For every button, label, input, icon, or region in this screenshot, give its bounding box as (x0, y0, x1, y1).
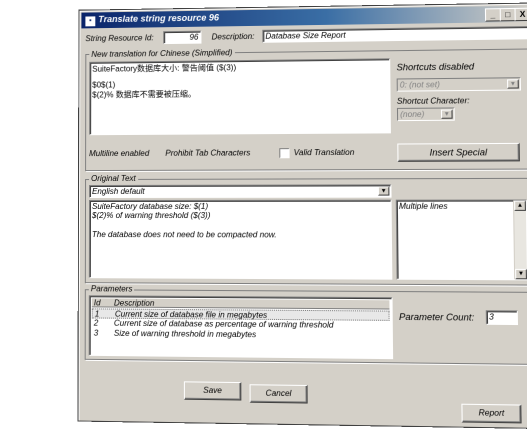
original-text-label: Original Text (89, 174, 138, 183)
original-line: The database does not need to be compact… (92, 230, 389, 240)
original-line: $(2)% of warning threshold ($(3)) (92, 211, 389, 220)
multiline-note-box[interactable]: Multiple lines ▲ ▼ (396, 200, 527, 281)
scrollbar[interactable]: ▲ ▼ (513, 201, 527, 280)
app-icon: ▪ (84, 15, 96, 27)
chevron-down-icon: ▼ (441, 110, 453, 119)
parameter-count-field[interactable]: 3 (486, 310, 518, 325)
translation-textarea[interactable]: SuiteFactory数据库大小: 警告阈值 ($(3)) $0$(1) $(… (89, 58, 391, 135)
row-description: Current size of database as percentage o… (114, 319, 334, 330)
shortcuts-status: Shortcuts disabled (396, 61, 474, 72)
translate-dialog: ▪ Translate string resource 96 _ □ X Str… (77, 2, 527, 429)
insert-special-button[interactable]: Insert Special (397, 143, 520, 162)
language-select[interactable]: English default ▼ (89, 184, 392, 198)
shortcut-select-value: 0: (not set) (400, 80, 440, 90)
shortcut-select[interactable]: 0: (not set) ▼ (397, 77, 521, 91)
description-field[interactable]: Database Size Report (262, 26, 527, 43)
original-line: SuiteFactory database size: $(1) (92, 202, 389, 211)
original-textarea[interactable]: SuiteFactory database size: $(1) $(2)% o… (89, 200, 393, 280)
original-line (92, 220, 389, 230)
window-title: Translate string resource 96 (98, 12, 219, 24)
close-button[interactable]: X (514, 8, 527, 21)
prohibit-tabs-status: Prohibit Tab Characters (165, 148, 250, 157)
shortcut-char-label: Shortcut Character: (397, 96, 470, 106)
multiline-status: Multiline enabled (89, 149, 149, 158)
scroll-down-icon[interactable]: ▼ (515, 269, 527, 279)
valid-translation-label: Valid Translation (294, 148, 355, 157)
shortcut-char-select[interactable]: (none) ▼ (397, 107, 455, 121)
new-translation-label: New translation for Chinese (Simplified) (89, 48, 234, 59)
table-row[interactable]: 2 Current size of database as percentage… (92, 318, 390, 329)
row-description: Size of warning threshold in megabytes (114, 329, 256, 339)
chevron-down-icon: ▼ (378, 186, 390, 195)
minimize-button[interactable]: _ (485, 8, 501, 21)
language-value: English default (92, 187, 145, 196)
row-id: 2 (94, 318, 98, 327)
parameters-table[interactable]: Id Description 1 Current size of databas… (89, 295, 393, 359)
table-row[interactable]: 3 Size of warning threshold in megabytes (92, 329, 390, 340)
column-id: Id (94, 298, 101, 307)
description-label: Description: (212, 32, 255, 42)
maximize-button[interactable]: □ (500, 8, 516, 21)
parameters-label: Parameters (89, 284, 135, 293)
valid-translation-checkbox[interactable] (279, 148, 289, 158)
string-resource-field[interactable]: 96 (163, 31, 201, 44)
chevron-down-icon: ▼ (507, 79, 519, 88)
parameter-count-label: Parameter Count: (399, 312, 474, 323)
shortcut-char-value: (none) (400, 110, 424, 119)
multiline-note: Multiple lines (399, 202, 448, 211)
save-button[interactable]: Save (184, 381, 241, 400)
report-button[interactable]: Report (461, 404, 521, 424)
title-bar[interactable]: ▪ Translate string resource 96 _ □ X (81, 6, 527, 29)
translation-line: $(2)% 数据库不需要被压缩。 (92, 87, 387, 101)
scroll-up-icon[interactable]: ▲ (514, 201, 526, 211)
cancel-button[interactable]: Cancel (250, 384, 308, 403)
row-id: 1 (95, 309, 99, 318)
row-id: 3 (94, 329, 98, 338)
string-resource-label: String Resource Id: (85, 33, 153, 43)
column-description: Description (114, 298, 154, 307)
